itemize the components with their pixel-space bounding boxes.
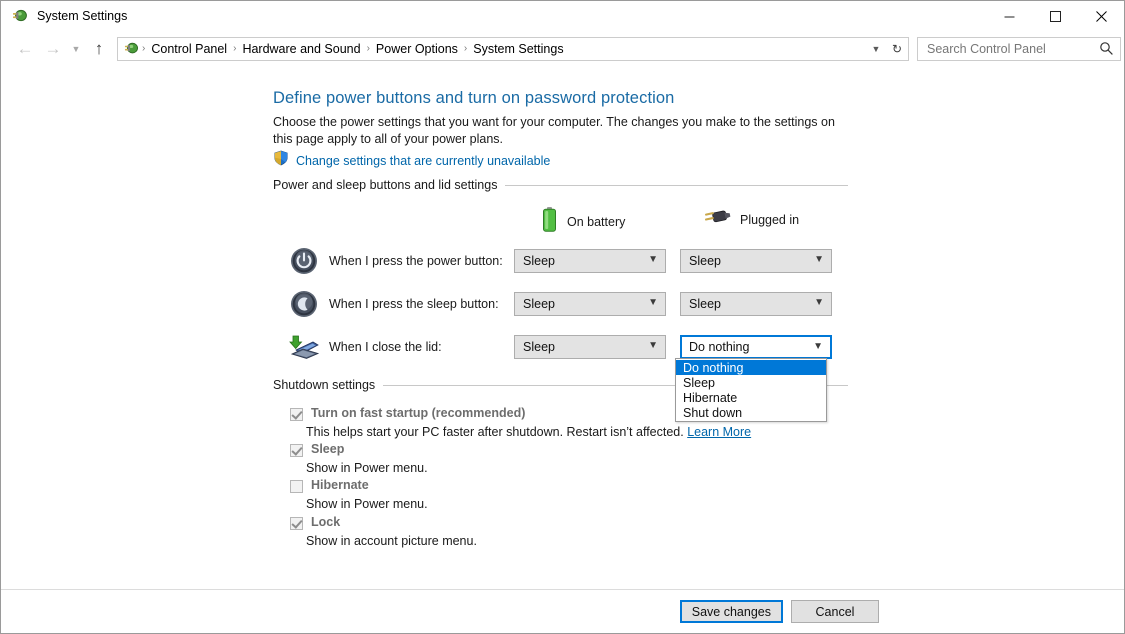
chevron-down-icon: ▼ (814, 297, 824, 308)
combo-power-button-on-battery[interactable]: Sleep ▼ (514, 249, 666, 273)
search-input[interactable] (925, 40, 1095, 57)
checkbox-hibernate[interactable] (290, 480, 303, 493)
breadcrumb-item-control-panel[interactable]: Control Panel (146, 38, 232, 60)
checkbox-label-hibernate: Hibernate (311, 478, 369, 492)
setting-row-power-button: When I press the power button: Sleep ▼ S… (289, 244, 832, 278)
title-bar: System Settings (1, 1, 1124, 31)
shutdown-section-header-label: Shutdown settings (273, 378, 376, 392)
power-section-header: Power and sleep buttons and lid settings (273, 178, 848, 192)
setting-label-close-lid: When I close the lid: (329, 340, 442, 354)
change-settings-link-row[interactable]: Change settings that are currently unava… (273, 150, 550, 171)
column-header-on-battery: On battery (541, 206, 625, 238)
checkbox-label-sleep: Sleep (311, 442, 345, 456)
checkbox-label-lock: Lock (311, 515, 341, 529)
power-button-icon (289, 246, 319, 276)
search-icon (1099, 41, 1114, 61)
combo-value: Sleep (689, 254, 721, 268)
column-label-on-battery: On battery (567, 215, 626, 229)
combo-value: Sleep (689, 297, 721, 311)
combo-close-lid-plugged-in[interactable]: Do nothing ▼ (680, 335, 832, 359)
checkbox-row-fast-startup[interactable]: Turn on fast startup (recommended) (290, 406, 525, 421)
plug-icon (701, 206, 731, 233)
system-settings-window: System Settings ← → ▼ ↑ › Control Panel … (0, 0, 1125, 634)
dropdown-option-sleep[interactable]: Sleep (676, 375, 826, 390)
back-icon[interactable]: ← (11, 35, 39, 63)
setting-label-sleep-button: When I press the sleep button: (329, 297, 499, 311)
description-text: This helps start your PC faster after sh… (306, 425, 684, 439)
checkbox-description-hibernate: Show in Power menu. (306, 497, 428, 511)
forward-icon[interactable]: → (39, 35, 67, 63)
close-button[interactable] (1078, 1, 1124, 31)
search-box[interactable] (917, 36, 1121, 61)
checkbox-description-fast-startup: This helps start your PC faster after sh… (306, 425, 751, 439)
chevron-down-icon: ▼ (814, 254, 824, 265)
sleep-button-icon (289, 289, 319, 319)
up-icon[interactable]: ↑ (85, 35, 113, 63)
cancel-button[interactable]: Cancel (791, 600, 879, 623)
checkbox-label-fast-startup: Turn on fast startup (recommended) (311, 406, 526, 420)
page-description: Choose the power settings that you want … (273, 115, 835, 146)
column-label-plugged-in: Plugged in (740, 212, 800, 227)
dropdown-option-shut-down[interactable]: Shut down (676, 405, 826, 420)
footer-bar: Save changes Cancel (1, 589, 1124, 633)
combo-sleep-button-plugged-in[interactable]: Sleep ▼ (680, 292, 832, 316)
power-section-header-label: Power and sleep buttons and lid settings (273, 178, 498, 192)
chevron-down-icon: ▼ (813, 341, 823, 352)
setting-label-power-button: When I press the power button: (329, 254, 503, 268)
breadcrumb-item-system-settings[interactable]: System Settings (468, 38, 568, 60)
breadcrumb-item-power-options[interactable]: Power Options (371, 38, 463, 60)
chevron-down-icon: ▼ (648, 340, 658, 351)
learn-more-link[interactable]: Learn More (687, 425, 751, 439)
recent-locations-chevron-down-icon[interactable]: ▼ (67, 35, 85, 63)
address-bar-controls: ▼ ↻ (866, 38, 908, 60)
address-bar[interactable]: › Control Panel › Hardware and Sound › P… (117, 36, 909, 61)
checkbox-row-lock[interactable]: Lock (290, 515, 340, 530)
maximize-button[interactable] (1032, 1, 1078, 31)
chevron-down-icon: ▼ (648, 254, 658, 265)
dropdown-option-hibernate[interactable]: Hibernate (676, 390, 826, 405)
column-header-plugged-in: Plugged in (701, 206, 799, 233)
checkbox-lock[interactable] (290, 517, 303, 530)
battery-icon (541, 206, 558, 238)
save-changes-button[interactable]: Save changes (679, 600, 783, 623)
checkbox-row-hibernate[interactable]: Hibernate (290, 478, 369, 493)
checkbox-description-lock: Show in account picture menu. (306, 534, 477, 548)
address-chevron-down-icon[interactable]: ▼ (866, 38, 886, 60)
combo-value: Do nothing (689, 340, 750, 354)
combo-power-button-plugged-in[interactable]: Sleep ▼ (680, 249, 832, 273)
checkbox-fast-startup[interactable] (290, 408, 303, 421)
address-power-plug-icon (123, 40, 141, 58)
dropdown-popup-close-lid-plugged-in[interactable]: Do nothing Sleep Hibernate Shut down (675, 358, 827, 422)
combo-close-lid-on-battery[interactable]: Sleep ▼ (514, 335, 666, 359)
page-title: Define power buttons and turn on passwor… (273, 89, 675, 107)
checkbox-description-sleep: Show in Power menu. (306, 461, 428, 475)
combo-value: Sleep (523, 297, 555, 311)
laptop-lid-icon (289, 332, 319, 362)
change-settings-link[interactable]: Change settings that are currently unava… (296, 154, 550, 168)
section-divider (505, 184, 848, 186)
window-title: System Settings (37, 9, 128, 23)
breadcrumb-item-hardware-and-sound[interactable]: Hardware and Sound (237, 38, 365, 60)
window-controls (986, 1, 1124, 31)
dropdown-option-do-nothing[interactable]: Do nothing (676, 360, 826, 375)
shield-icon (273, 150, 289, 171)
chevron-down-icon: ▼ (648, 297, 658, 308)
checkbox-row-sleep[interactable]: Sleep (290, 442, 344, 457)
minimize-button[interactable] (986, 1, 1032, 31)
power-plug-icon (11, 7, 29, 25)
checkbox-sleep[interactable] (290, 444, 303, 457)
combo-value: Sleep (523, 254, 555, 268)
setting-row-sleep-button: When I press the sleep button: Sleep ▼ S… (289, 287, 832, 321)
refresh-icon[interactable]: ↻ (886, 38, 908, 60)
content-area: Define power buttons and turn on passwor… (1, 66, 1124, 591)
combo-sleep-button-on-battery[interactable]: Sleep ▼ (514, 292, 666, 316)
navigation-bar: ← → ▼ ↑ › Control Panel › Hardware and S… (1, 32, 1124, 65)
combo-value: Sleep (523, 340, 555, 354)
